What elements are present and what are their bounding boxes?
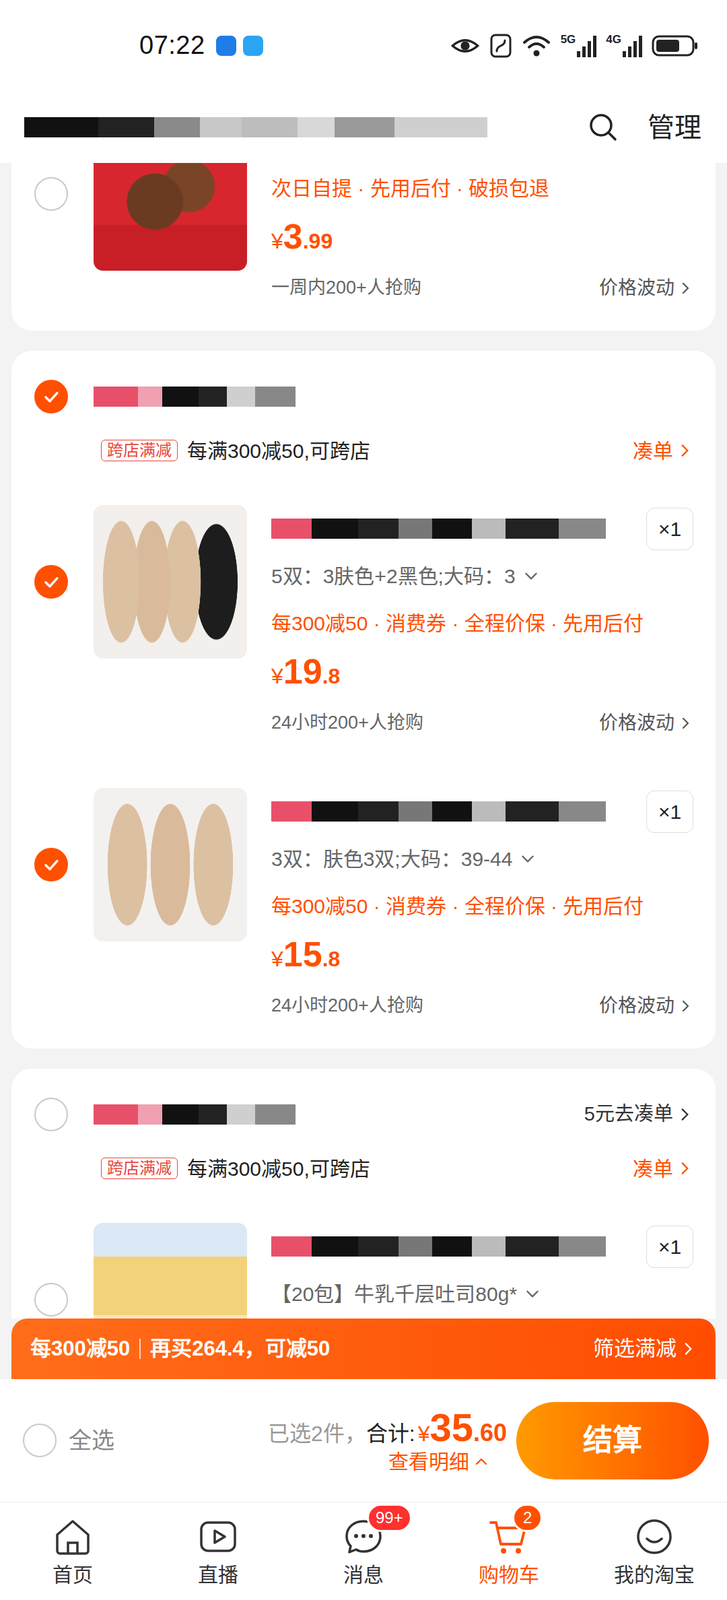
check-icon [39,570,63,594]
signal-icon [621,33,643,58]
sku-selector[interactable]: 【20包】牛乳千层吐司80g* [271,1269,694,1317]
app-notification-icon [243,35,264,56]
details-button[interactable]: 查看明细 [388,1447,490,1475]
signal-indicator: 5G [560,33,598,58]
redacted-text [93,386,296,407]
price-trend-link[interactable]: 价格波动 [599,710,694,736]
sales-count: 一周内200+人抢购 [271,275,422,300]
promo-text: 每满300减50,可跨店 [187,437,371,464]
quantity-button[interactable]: ×1 [646,507,694,550]
item-price: ¥15.8 [271,935,340,974]
unread-badge: 2 [512,1503,543,1532]
live-icon [195,1513,241,1559]
chevron-right-icon [675,1105,694,1123]
chevron-right-icon [675,441,694,460]
tab-item[interactable]: 直播 [145,1501,291,1600]
sales-count: 24小时200+人抢购 [271,710,424,735]
tab-item[interactable]: 我的淘宝 [581,1501,727,1600]
chevron-right-icon [677,997,694,1014]
item-price: ¥3.99 [271,217,333,256]
quantity-button[interactable]: ×1 [646,790,694,833]
eye-icon [450,30,480,61]
redacted-text [24,117,488,138]
top-bar: 管理 [0,91,727,163]
redacted-text [93,1103,296,1125]
status-bar: 07:22 5G 4G [0,0,727,92]
service-tags: 次日自提 · 先用后付 · 破损包退 [271,164,694,212]
add-on-link[interactable]: 5元去凑单 [584,1101,694,1127]
product-image[interactable] [93,504,248,659]
promo-tags: 每300减50 · 消费券 · 全程价保 · 先用后付 [271,599,694,647]
select-checkbox[interactable] [22,1423,57,1457]
sales-count: 24小时200+人抢购 [271,993,424,1018]
promo-tags: 每300减50 · 消费券 · 全程价保 · 先用后付 [271,881,694,929]
home-icon [50,1513,95,1559]
tab-bar: 首页直播99+消息2购物车我的淘宝 [0,1501,727,1600]
chevron-down-icon [522,566,540,585]
wifi-icon [521,32,552,60]
select-checkbox[interactable] [34,1097,68,1131]
order-total: 已选2件，合计:¥35.60 [267,1405,507,1449]
cart-list: 次日自提 · 先用后付 · 破损包退¥3.99一周内200+人抢购价格波动跨店满… [0,162,727,1319]
cart-item: ×15双：3肤色+2黑色;大码：3每300减50 · 消费券 · 全程价保 · … [34,504,694,749]
manage-button[interactable]: 管理 [647,109,702,145]
promo-tag: 跨店满减 [100,439,178,462]
check-icon [39,852,63,876]
chevron-right-icon [679,1339,697,1358]
shop-card: 5元去凑单跨店满减每满300减50,可跨店 凑单 ×1【20包】牛乳千层吐司80g* [11,1068,716,1319]
filter-discount-button[interactable]: 筛选满减 [593,1334,697,1362]
chevron-right-icon [677,714,694,732]
check-icon [39,385,63,408]
select-checkbox[interactable] [34,379,68,414]
tab-item[interactable]: 首页 [0,1501,146,1600]
redacted-text [271,801,606,822]
search-icon[interactable] [586,111,620,144]
product-image[interactable] [93,787,248,942]
promo-tag: 跨店满减 [100,1157,178,1180]
cart-item: ×1【20包】牛乳千层吐司80g* [34,1222,694,1319]
select-all-label[interactable]: 全选 [68,1425,115,1455]
sku-selector[interactable]: 5双：3肤色+2黑色;大码：3 [271,551,694,600]
nfc-icon [489,32,513,60]
select-checkbox[interactable] [34,177,68,211]
shop-card: 次日自提 · 先用后付 · 破损包退 ¥3.99 一周内200+人抢购 价格波动 [11,162,716,331]
discount-bar: 每300减50再买264.4，可减50筛选满减 [11,1318,716,1379]
chevron-right-icon [675,1159,694,1177]
select-checkbox[interactable] [34,564,68,599]
tab-item[interactable]: 99+消息 [290,1501,437,1600]
signal-icon [576,33,597,58]
product-image[interactable] [93,1222,248,1319]
product-image[interactable] [93,162,248,271]
battery-icon [651,33,699,58]
chevron-right-icon [677,280,694,297]
cart-item: 次日自提 · 先用后付 · 破损包退 ¥3.99 一周内200+人抢购 价格波动 [34,162,694,314]
price-trend-link[interactable]: 价格波动 [599,275,694,301]
cart-item: ×13双：肤色3双;大码：39-44每300减50 · 消费券 · 全程价保 ·… [34,787,694,1032]
select-checkbox[interactable] [34,847,68,882]
checkout-button[interactable]: 结算 [516,1401,709,1479]
price-trend-link[interactable]: 价格波动 [599,993,694,1018]
unread-badge: 99+ [366,1503,412,1532]
chevron-down-icon [518,849,537,868]
shop-card: 跨店满减每满300减50,可跨店凑单×15双：3肤色+2黑色;大码：3每300减… [11,350,716,1049]
sku-selector[interactable]: 3双：肤色3双;大码：39-44 [271,834,694,882]
tab-item[interactable]: 2购物车 [436,1501,582,1600]
checkout-bar: 全选 已选2件，合计:¥35.60查看明细结算 [0,1378,727,1502]
signal-indicator: 4G [605,33,643,58]
quantity-button[interactable]: ×1 [646,1225,694,1268]
redacted-text [271,518,606,539]
redacted-text [271,1235,606,1257]
select-checkbox[interactable] [34,1282,68,1317]
add-on-button[interactable]: 凑单 [632,437,694,464]
chevron-down-icon [523,1284,542,1302]
add-on-button[interactable]: 凑单 [632,1155,694,1182]
app-notification-icon [216,35,237,56]
item-price: ¥19.8 [271,652,340,691]
promo-text: 每满300减50,可跨店 [187,1155,371,1182]
chevron-up-icon [473,1453,490,1470]
clock: 07:22 [139,28,206,62]
profile-icon [632,1513,677,1559]
